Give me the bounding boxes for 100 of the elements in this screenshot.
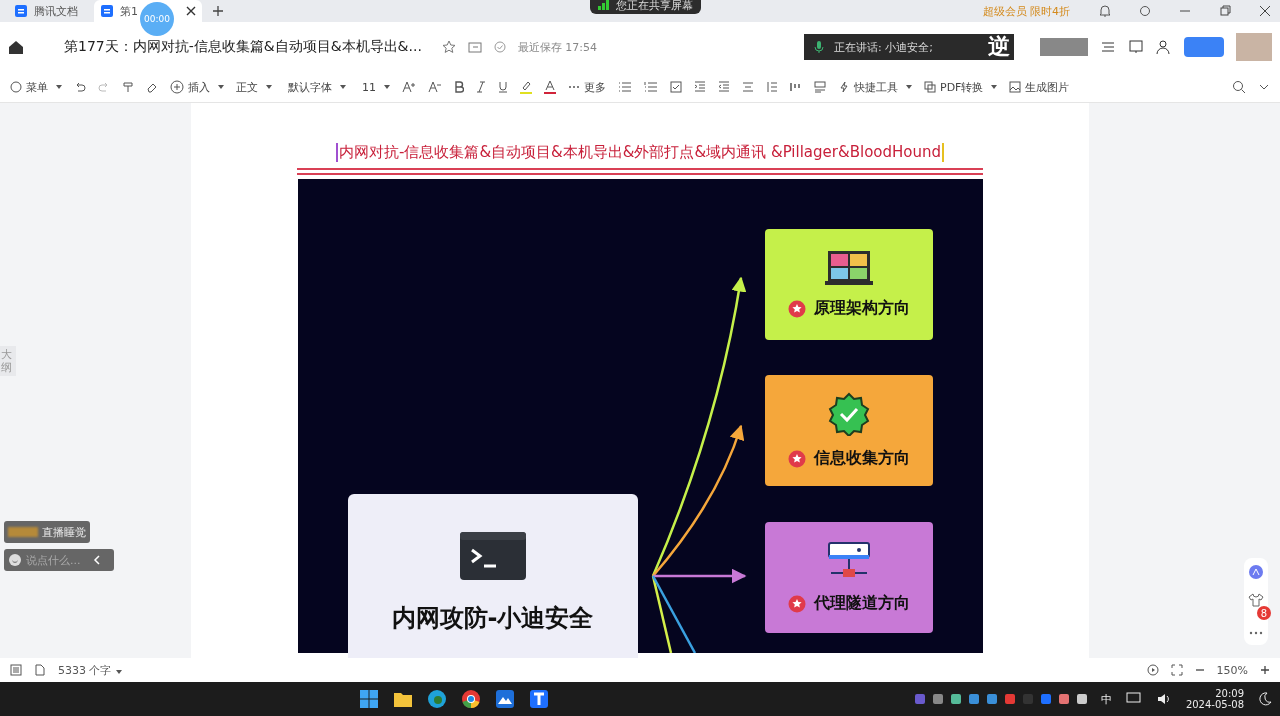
check-circle-icon: [493, 41, 506, 53]
clock-time: 20:09: [1215, 688, 1244, 699]
caret-icon: [115, 669, 122, 674]
format-painter-icon[interactable]: [122, 81, 134, 93]
speaker-label: 正在讲话: 小迪安全;: [834, 39, 933, 55]
zoom-level[interactable]: 150%: [1216, 663, 1248, 677]
caret-icon: [906, 85, 912, 89]
star-badge-icon: [787, 594, 806, 613]
star-badge-icon: [787, 299, 806, 318]
menu-icon[interactable]: [1100, 39, 1116, 55]
new-tab-icon[interactable]: [212, 5, 224, 17]
menu-button[interactable]: 菜单: [10, 79, 62, 95]
outdent-icon[interactable]: [718, 81, 730, 93]
lightning-icon: [838, 81, 850, 93]
pdf-convert-button[interactable]: PDF转换: [924, 79, 998, 95]
home-icon[interactable]: [8, 39, 24, 55]
decrease-font-icon[interactable]: [428, 81, 442, 93]
star-icon[interactable]: [441, 40, 456, 54]
copy-icon: [924, 81, 936, 93]
browser-tab[interactable]: 腾讯文档: [8, 0, 84, 22]
document-heading: 内网对抗-信息收集篇&自动项目&本机导出&外部打点&域内通讯 &Pillager&BloodHound: [336, 143, 944, 162]
caret-icon: [56, 85, 62, 89]
insert-button[interactable]: 插入: [170, 79, 224, 95]
font-dropdown[interactable]: 默认字体: [288, 79, 350, 95]
quick-tools-button[interactable]: 快捷工具: [838, 79, 912, 95]
increase-font-icon[interactable]: [402, 81, 416, 93]
overlay-character: 逆: [988, 33, 1011, 61]
eraser-icon[interactable]: [146, 81, 158, 93]
notification-badge: 8: [1257, 606, 1271, 620]
bell-icon[interactable]: [1098, 4, 1112, 18]
underline-icon[interactable]: [498, 81, 508, 93]
search-icon[interactable]: [1232, 80, 1246, 94]
topic-card-title: 信息收集方向: [813, 448, 910, 469]
video-call-monitor-icon: [824, 250, 873, 286]
bold-icon[interactable]: [454, 81, 464, 93]
emoji-icon[interactable]: [8, 553, 22, 567]
italic-icon[interactable]: [476, 81, 486, 93]
taskbar-clock[interactable]: 20:09 2024-05-08: [1185, 688, 1244, 710]
network-icon[interactable]: [1125, 692, 1142, 706]
mountain-app-icon[interactable]: [495, 689, 516, 709]
plus-circle-icon: [170, 80, 184, 94]
font-color-icon[interactable]: [544, 80, 556, 94]
collapse-chevron-icon[interactable]: [92, 554, 102, 566]
indent-icon[interactable]: [694, 81, 706, 93]
quote-icon[interactable]: [790, 81, 802, 93]
generate-image-button[interactable]: 生成图片: [1009, 79, 1070, 95]
outline-list-icon[interactable]: [10, 664, 22, 676]
signal-bars-icon: [598, 0, 610, 10]
document-icon: [100, 4, 114, 18]
terminal-icon: [459, 532, 526, 580]
style-dropdown[interactable]: 正文: [236, 79, 276, 95]
topic-card-title: 代理隧道方向: [813, 593, 910, 614]
highlight-icon[interactable]: [520, 80, 532, 94]
user-icon[interactable]: [1156, 39, 1172, 55]
ai-assistant-icon[interactable]: [1248, 564, 1264, 580]
undo-icon[interactable]: [74, 81, 86, 93]
word-count[interactable]: 5333 个字: [58, 662, 122, 678]
fullscreen-icon[interactable]: [1170, 664, 1183, 676]
image-icon: [1009, 81, 1022, 93]
checkbox-icon[interactable]: [670, 81, 682, 93]
zoom-in-icon[interactable]: [1260, 665, 1270, 675]
menu-icon: [10, 81, 22, 93]
windows-start-icon[interactable]: [359, 689, 380, 709]
more-dots-icon[interactable]: [1249, 631, 1263, 635]
caret-icon: [266, 85, 272, 89]
present-icon[interactable]: [1128, 39, 1144, 55]
save-status: 最近保存 17:54: [517, 39, 598, 55]
moon-icon[interactable]: [1258, 692, 1272, 706]
speaker-icon[interactable]: [1155, 692, 1172, 706]
caret-icon: [340, 85, 346, 89]
clock-date: 2024-05-08: [1185, 699, 1244, 710]
chat-message-text: 直播睡觉: [42, 524, 86, 540]
input-method-indicator[interactable]: 中: [1100, 691, 1112, 707]
sync-icon[interactable]: [1138, 4, 1152, 18]
more-button[interactable]: 更多: [568, 79, 606, 95]
close-tab-icon[interactable]: [186, 6, 196, 16]
layout-icon[interactable]: [814, 81, 826, 93]
screen-share-banner: 您正在共享屏幕: [590, 0, 701, 14]
check-badge-icon: [826, 392, 871, 436]
restore-icon[interactable]: [1218, 4, 1232, 18]
font-size-dropdown[interactable]: 11: [362, 80, 390, 94]
shirt-icon[interactable]: [1248, 592, 1264, 608]
browser-icon[interactable]: [427, 689, 448, 709]
star-badge-icon: [787, 449, 806, 468]
ellipsis-icon: [568, 85, 580, 89]
caret-icon: [991, 85, 998, 89]
system-tray-icons-drawing[interactable]: [914, 694, 1087, 704]
play-circle-icon[interactable]: [1146, 664, 1159, 676]
document-title: 第177天：内网对抗-信息收集篇&自动项目&本机导出&...: [64, 38, 422, 56]
caret-icon: [218, 85, 224, 89]
caret-icon: [384, 85, 390, 89]
document-icon: [14, 4, 28, 18]
chrome-icon[interactable]: [461, 689, 482, 709]
blurred-username: [8, 527, 38, 537]
close-icon[interactable]: [1258, 4, 1272, 18]
topic-card-title: 原理架构方向: [813, 298, 910, 319]
center-node-title: 内网攻防-小迪安全: [391, 603, 594, 634]
microphone-icon: [814, 40, 824, 54]
docs-app-icon[interactable]: [529, 689, 550, 709]
page-icon[interactable]: [34, 664, 46, 676]
